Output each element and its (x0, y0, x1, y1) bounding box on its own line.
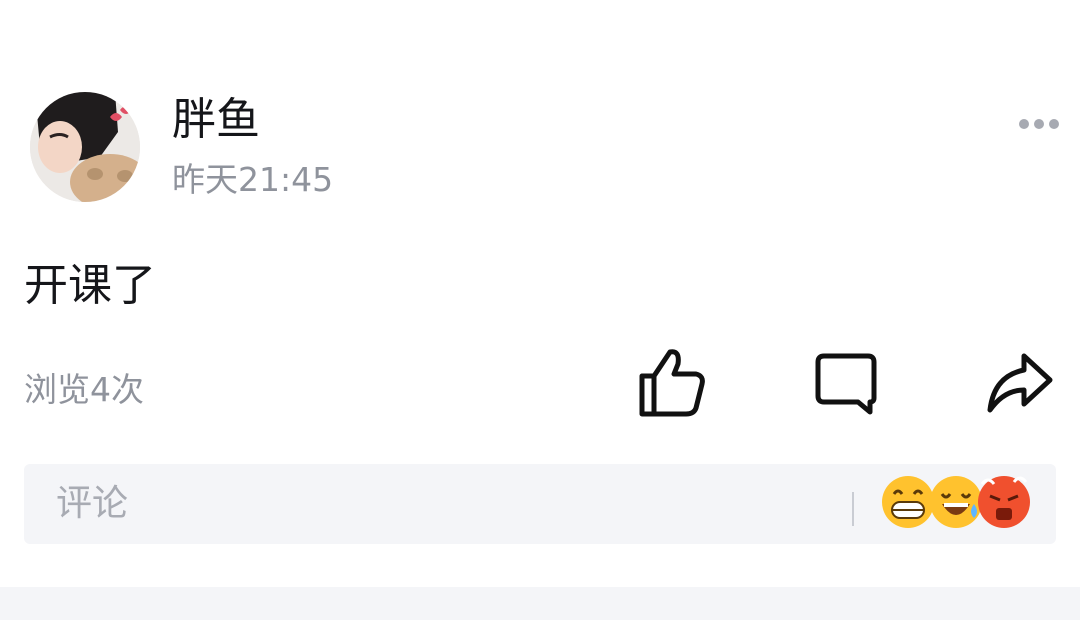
comment-input-bar[interactable]: 评论 (24, 464, 1056, 544)
section-separator (0, 587, 1080, 620)
avatar[interactable] (30, 92, 140, 202)
avatar-photo (30, 92, 140, 202)
post-timestamp: 昨天21:45 (172, 160, 334, 199)
more-dots-icon[interactable] (1018, 114, 1060, 134)
share-arrow-icon[interactable] (984, 346, 1056, 418)
post-header: 胖鱼 昨天21:45 (30, 92, 1060, 204)
comment-divider (852, 492, 854, 526)
author-name[interactable]: 胖鱼 (172, 92, 260, 148)
view-count: 浏览4次 (24, 370, 144, 409)
post-content: 开课了 (24, 260, 156, 311)
comment-bubble-icon[interactable] (810, 346, 882, 418)
thumbs-up-icon[interactable] (636, 346, 708, 418)
angry-emoji[interactable] (976, 474, 1032, 530)
comment-placeholder[interactable]: 评论 (56, 482, 128, 526)
